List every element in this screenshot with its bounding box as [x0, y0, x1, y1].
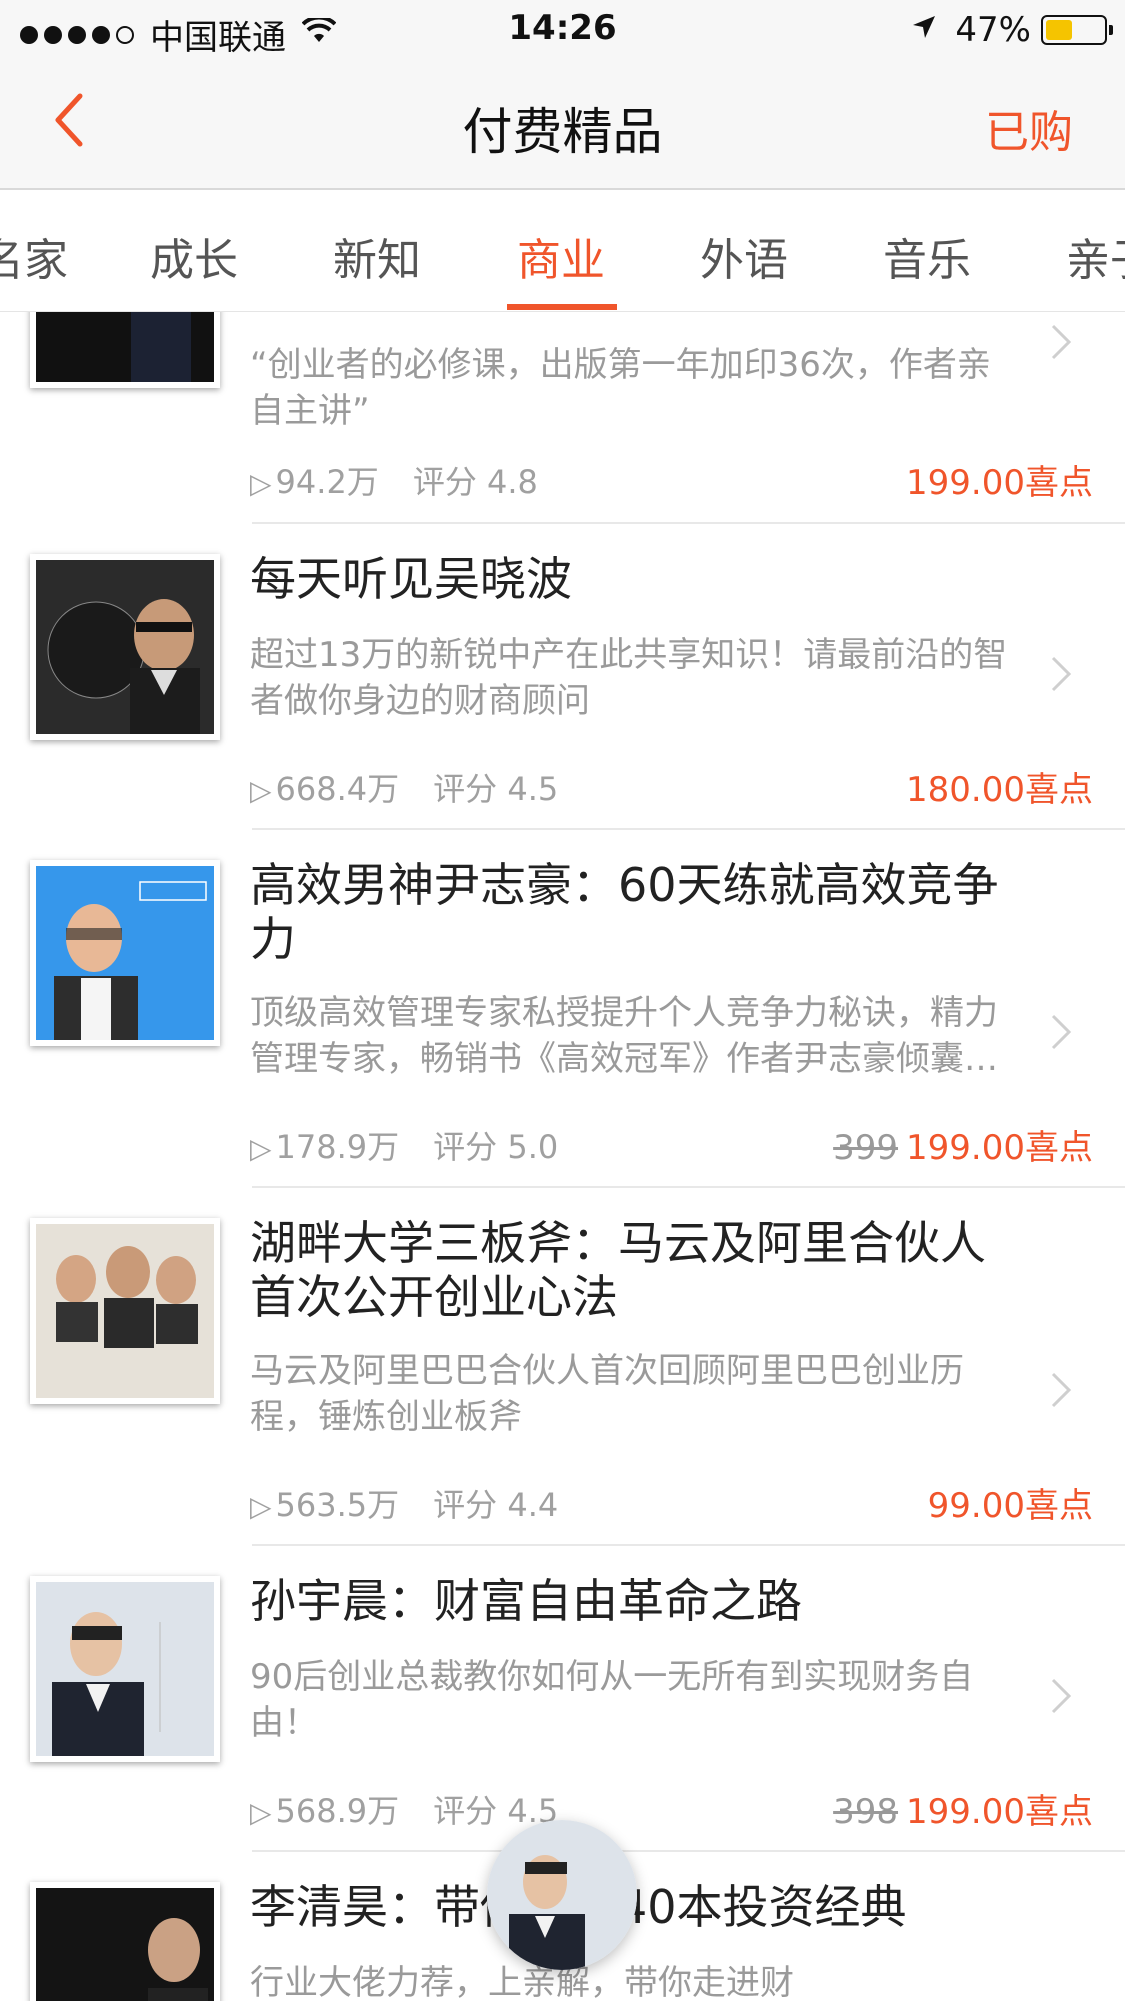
play-count-icon: ▷: [250, 467, 272, 500]
chevron-right-icon: [1051, 324, 1072, 360]
tab-mingjia[interactable]: 名家: [0, 224, 68, 288]
course-thumbnail: [30, 1576, 220, 1762]
price-original: 399: [833, 1128, 899, 1168]
chevron-right-icon: [1051, 1678, 1072, 1714]
course-price: 399 199.00喜点: [833, 1120, 1093, 1169]
price-current: 180.00喜点: [906, 770, 1093, 810]
status-right: 47%: [911, 10, 1113, 50]
list-item[interactable]: 孙宇晨：财富自由革命之路 90后创业总裁教你如何从一无所有到实现财务自由！ ▷ 5…: [0, 1546, 1125, 1852]
play-count: 178.9万: [275, 1128, 400, 1166]
rating: 评分 5.0: [433, 1128, 559, 1166]
floating-player-button[interactable]: [487, 1820, 637, 1970]
price-current: 99.00喜点: [927, 1486, 1093, 1526]
rating: 评分 4.4: [433, 1486, 559, 1524]
page-title: 付费精品: [462, 103, 663, 161]
chevron-right-icon: [1051, 1014, 1072, 1050]
category-tab-bar: 名家 成长 新知 商业 外语 音乐 亲子: [0, 190, 1125, 312]
navigation-bar: 付费精品 已购: [0, 60, 1125, 190]
course-price: 199.00喜点: [906, 455, 1093, 504]
play-count: 94.2万: [275, 463, 379, 501]
course-title: 孙宇晨：财富自由革命之路: [250, 1574, 802, 1628]
course-description: 马云及阿里巴巴合伙人首次回顾阿里巴巴创业历程，锤炼创业板斧: [250, 1351, 964, 1437]
course-title: 每天听见吴晓波: [250, 552, 572, 606]
purchased-button[interactable]: 已购: [985, 96, 1073, 160]
course-description: 90后创业总裁教你如何从一无所有到实现财务自由！: [250, 1657, 974, 1743]
course-meta: ▷ 563.5万 评分 4.4: [250, 1480, 558, 1526]
price-current: 199.00喜点: [906, 1792, 1093, 1832]
price-current: 199.00喜点: [906, 463, 1093, 503]
list-item[interactable]: 每天听见吴晓波 超过13万的新锐中产在此共享知识！请最前沿的智者做你身边的财商顾…: [0, 524, 1125, 830]
price-current: 199.00喜点: [906, 1128, 1093, 1168]
location-arrow-icon: [911, 14, 937, 47]
course-thumbnail: [30, 860, 220, 1046]
play-count-icon: ▷: [250, 1490, 272, 1523]
play-count: 568.9万: [275, 1792, 400, 1830]
course-description: 顶级高效管理专家私授提升个人竞争力秘诀，精力管理专家，畅销书《高效冠军》作者尹志…: [250, 993, 998, 1079]
list-item[interactable]: 湖畔大学三板斧：马云及阿里合伙人首次公开创业心法 马云及阿里巴巴合伙人首次回顾阿…: [0, 1188, 1125, 1546]
course-thumbnail: [30, 1218, 220, 1404]
tab-xinzhi[interactable]: 新知: [333, 224, 421, 288]
tab-waiyu[interactable]: 外语: [700, 224, 788, 288]
battery-icon: [1041, 15, 1113, 45]
course-description: 超过13万的新锐中产在此共享知识！请最前沿的智者做你身边的财商顾问: [250, 635, 1008, 721]
course-price: 99.00喜点: [928, 1478, 1093, 1527]
course-meta: ▷ 94.2万 评分 4.8: [250, 457, 538, 503]
play-count-icon: ▷: [250, 774, 272, 807]
tab-qinzi[interactable]: 亲子: [1066, 224, 1125, 288]
course-description: “创业者的必修课，出版第一年加印36次，作者亲自主讲”: [250, 345, 991, 431]
list-item[interactable]: 高效男神尹志豪：60天练就高效竞争力 顶级高效管理专家私授提升个人竞争力秘诀，精…: [0, 830, 1125, 1188]
course-thumbnail: [30, 554, 220, 740]
course-title: 高效男神尹志豪：60天练就高效竞争力: [250, 858, 999, 966]
course-thumbnail: [30, 312, 220, 388]
price-original: 398: [833, 1792, 899, 1832]
play-count-icon: ▷: [250, 1132, 272, 1165]
tab-shangye[interactable]: 商业: [517, 224, 605, 288]
course-list: “创业者的必修课，出版第一年加印36次，作者亲自主讲” ▷ 94.2万 评分 4.8…: [0, 312, 1125, 2001]
course-title: 湖畔大学三板斧：马云及阿里合伙人首次公开创业心法: [250, 1216, 986, 1324]
chevron-right-icon: [1051, 656, 1072, 692]
status-bar: 中国联通 14:26 47%: [0, 0, 1125, 60]
player-cover-icon: [487, 1820, 637, 1970]
course-meta: ▷ 178.9万 评分 5.0: [250, 1122, 558, 1168]
play-count: 563.5万: [275, 1486, 400, 1524]
battery-level-fill: [1046, 20, 1073, 40]
course-price: 398 199.00喜点: [833, 1784, 1093, 1833]
battery-percent: 47%: [955, 10, 1031, 50]
course-description: 行业大佬力荐，上亲解，带你走进财: [250, 1963, 794, 2001]
active-tab-indicator: [507, 304, 617, 310]
tab-yinyue[interactable]: 音乐: [883, 224, 971, 288]
course-meta: ▷ 568.9万 评分 4.5: [250, 1786, 558, 1832]
course-thumbnail: [30, 1882, 220, 2001]
tab-chengzhang[interactable]: 成长: [150, 224, 238, 288]
rating: 评分 4.5: [433, 770, 559, 808]
chevron-right-icon: [1051, 1372, 1072, 1408]
course-price: 180.00喜点: [906, 762, 1093, 811]
play-count-icon: ▷: [250, 1796, 272, 1829]
list-item[interactable]: “创业者的必修课，出版第一年加印36次，作者亲自主讲” ▷ 94.2万 评分 4.8…: [0, 312, 1125, 524]
play-count: 668.4万: [275, 770, 400, 808]
course-meta: ▷ 668.4万 评分 4.5: [250, 764, 558, 810]
rating: 评分 4.8: [412, 463, 538, 501]
